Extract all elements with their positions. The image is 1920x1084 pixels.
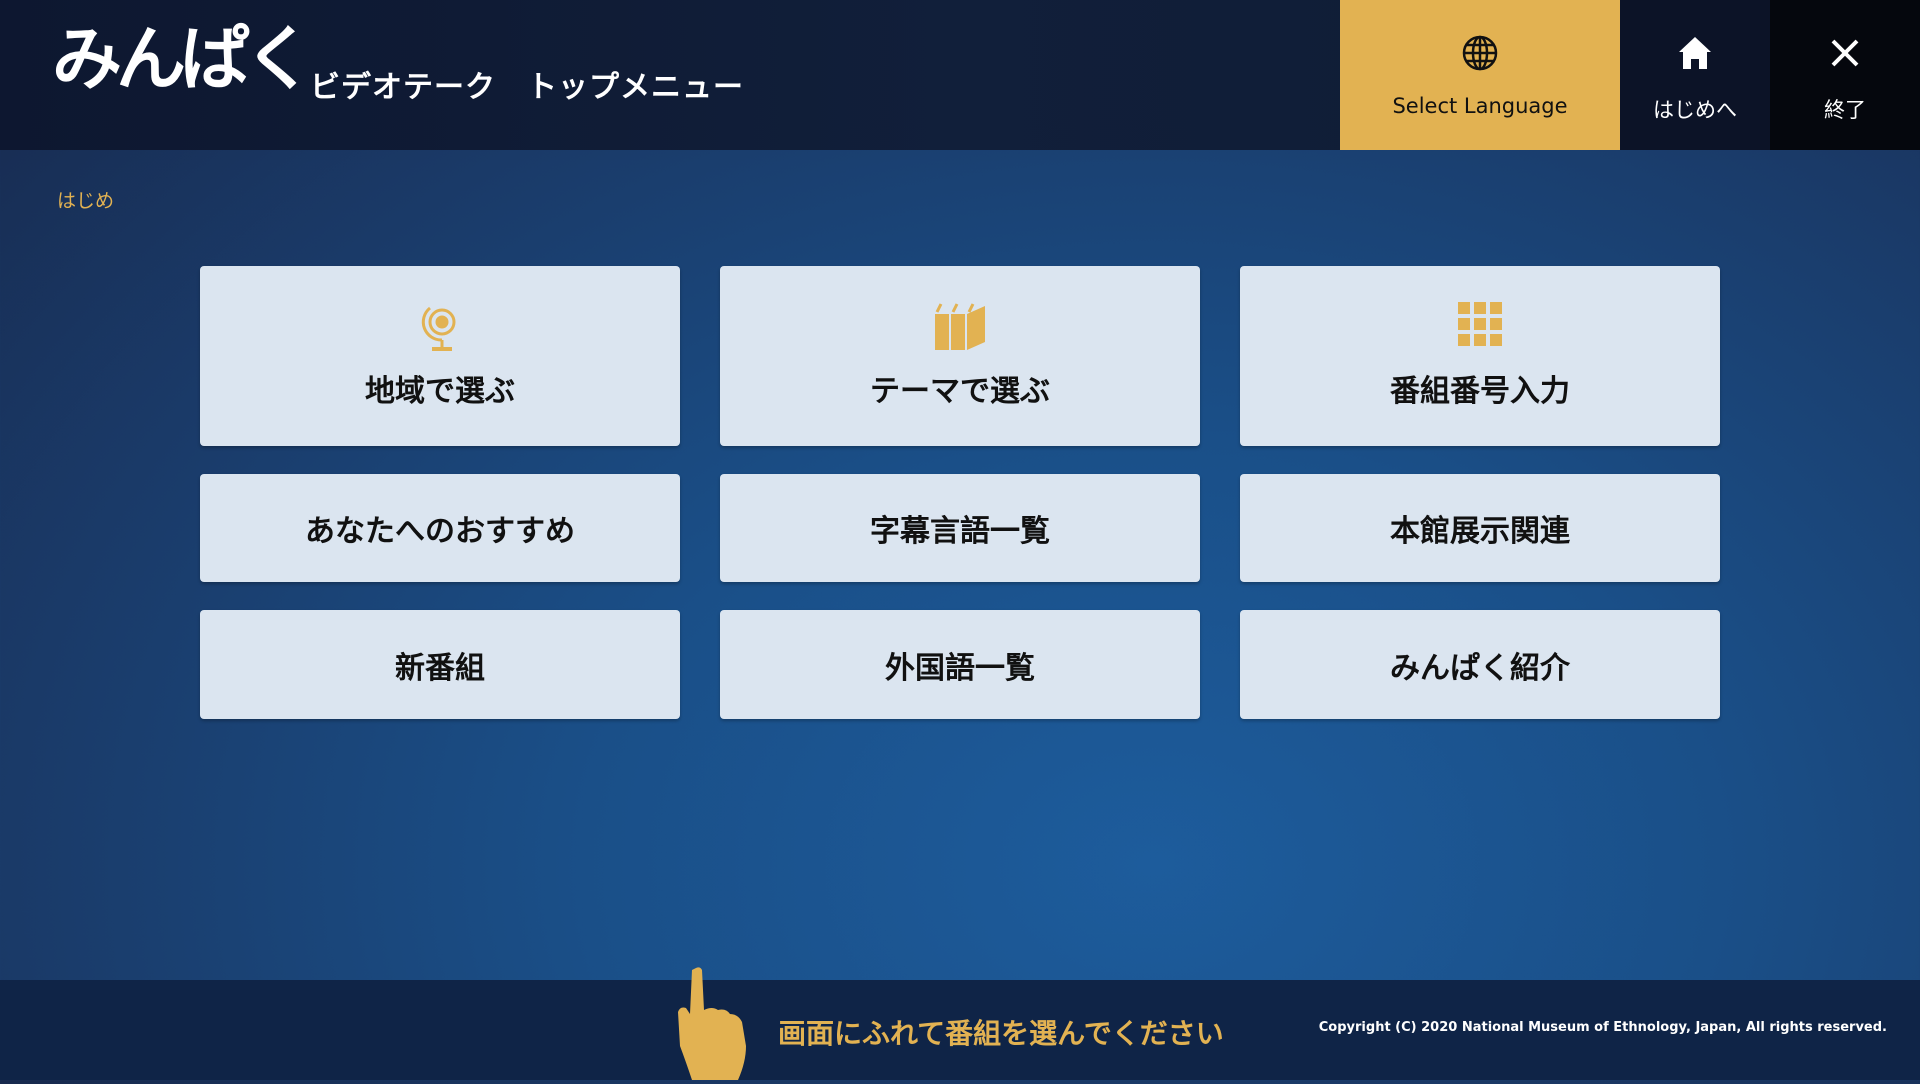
breadcrumb[interactable]: はじめ bbox=[57, 186, 114, 213]
tile-label: みんぱく紹介 bbox=[1390, 650, 1570, 686]
tile-label: 地域で選ぶ bbox=[365, 374, 515, 409]
globe-icon bbox=[420, 302, 460, 352]
globe-icon bbox=[1461, 32, 1499, 74]
tile-subtitle-languages[interactable]: 字幕言語一覧 bbox=[720, 474, 1200, 582]
exit-button[interactable]: 終了 bbox=[1770, 0, 1920, 150]
close-icon bbox=[1830, 32, 1860, 74]
books-icon bbox=[933, 302, 987, 352]
tile-select-by-region[interactable]: 地域で選ぶ bbox=[200, 266, 680, 446]
home-icon bbox=[1678, 32, 1712, 74]
tile-about-minpaku[interactable]: みんぱく紹介 bbox=[1240, 610, 1720, 719]
tile-foreign-languages[interactable]: 外国語一覧 bbox=[720, 610, 1200, 719]
keypad-icon bbox=[1458, 302, 1502, 352]
tile-label: テーマで選ぶ bbox=[870, 374, 1050, 409]
pointing-hand-icon bbox=[676, 966, 748, 1084]
home-button[interactable]: はじめへ bbox=[1620, 0, 1770, 150]
select-language-button[interactable]: Select Language bbox=[1340, 0, 1620, 150]
tile-program-number-input[interactable]: 番組番号入力 bbox=[1240, 266, 1720, 446]
copyright: Copyright (C) 2020 National Museum of Et… bbox=[1318, 1020, 1887, 1035]
tile-label: 字幕言語一覧 bbox=[870, 514, 1050, 549]
minpaku-logo: みんぱく bbox=[52, 18, 314, 100]
tile-label: 番組番号入力 bbox=[1390, 374, 1570, 409]
header: みんぱく ビデオテーク トップメニュー Select Language はじめへ… bbox=[0, 0, 1920, 150]
tile-label: あなたへのおすすめ bbox=[305, 514, 575, 549]
tile-label: 新番組 bbox=[395, 650, 485, 686]
tile-select-by-theme[interactable]: テーマで選ぶ bbox=[720, 266, 1200, 446]
exit-label: 終了 bbox=[1824, 98, 1866, 122]
tile-main-exhibition[interactable]: 本館展示関連 bbox=[1240, 474, 1720, 582]
tile-label: 外国語一覧 bbox=[885, 650, 1035, 686]
home-label: はじめへ bbox=[1653, 98, 1737, 122]
page-title: ビデオテーク トップメニュー bbox=[310, 70, 744, 105]
instruction-text: 画面にふれて番組を選んでください bbox=[778, 1017, 1224, 1050]
tile-new-programs[interactable]: 新番組 bbox=[200, 610, 680, 719]
tile-label: 本館展示関連 bbox=[1390, 514, 1570, 549]
select-language-label: Select Language bbox=[1392, 94, 1568, 118]
tile-recommendations[interactable]: あなたへのおすすめ bbox=[200, 474, 680, 582]
